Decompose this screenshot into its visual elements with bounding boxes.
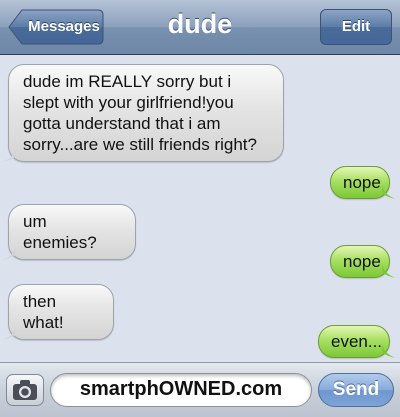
message-text: um enemies? xyxy=(23,212,97,252)
message-bubble-outgoing: even... xyxy=(318,325,396,358)
edit-button[interactable]: Edit xyxy=(320,9,392,45)
camera-button[interactable] xyxy=(6,374,44,406)
camera-icon xyxy=(13,380,37,400)
message-bubble-outgoing: nope xyxy=(330,166,396,199)
message-text: then what! xyxy=(23,292,64,332)
bubble-tail xyxy=(382,185,396,199)
message-text: nope xyxy=(343,252,381,271)
send-button[interactable]: Send xyxy=(318,373,394,407)
bubble-tail xyxy=(382,344,396,358)
message-text: nope xyxy=(343,173,381,192)
message-bubble-incoming: um enemies? xyxy=(2,204,136,260)
message-input-bar: smartphOWNED.com Send xyxy=(0,362,400,417)
message-text: dude im REALLY sorry but i slept with yo… xyxy=(23,72,257,154)
message-list: dude im REALLY sorry but i slept with yo… xyxy=(0,55,400,358)
navigation-bar: Messages dude Edit xyxy=(0,0,400,55)
message-bubble-incoming: then what! xyxy=(2,284,114,340)
message-text-field[interactable]: smartphOWNED.com xyxy=(50,373,312,407)
message-bubble-outgoing: nope xyxy=(330,245,396,278)
bubble-tail xyxy=(2,148,16,162)
bubble-tail xyxy=(2,326,16,340)
bubble-tail xyxy=(382,264,396,278)
message-bubble-incoming: dude im REALLY sorry but i slept with yo… xyxy=(2,64,284,162)
bubble-tail xyxy=(2,246,16,260)
message-text: even... xyxy=(331,332,383,351)
message-text-value: smartphOWNED.com xyxy=(79,378,283,400)
